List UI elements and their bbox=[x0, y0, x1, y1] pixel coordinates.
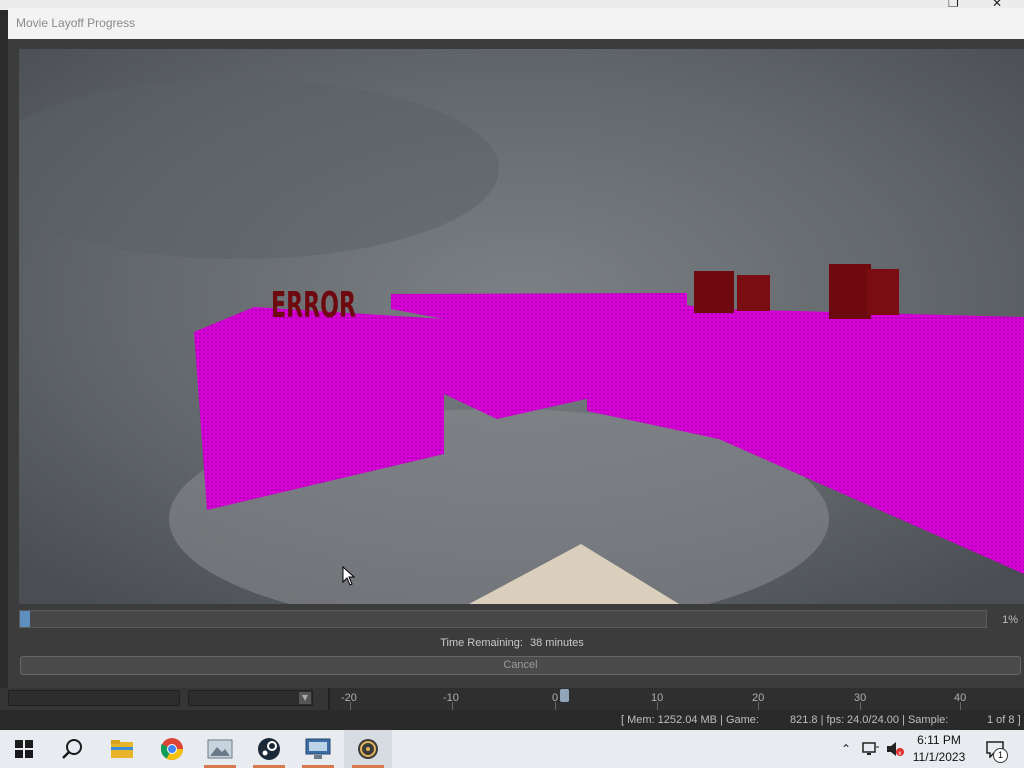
time-remaining-label: Time Remaining: bbox=[440, 637, 523, 649]
volume-tray-button[interactable]: x bbox=[884, 730, 906, 768]
time-remaining: Time Remaining: 38 minutes bbox=[0, 637, 1024, 649]
notification-count-badge: 1 bbox=[993, 748, 1008, 763]
cancel-button[interactable]: Cancel bbox=[20, 656, 1021, 675]
status-fps: 24.0/24.00 | Sample: bbox=[847, 714, 949, 726]
red-block bbox=[694, 271, 734, 313]
dialog-title: Movie Layoff Progress bbox=[16, 16, 136, 30]
error-model-text: ERROR bbox=[271, 285, 356, 326]
windows-taskbar: ⌃ x 6:11 PM 11/1/2023 bbox=[0, 730, 1024, 768]
red-block bbox=[829, 264, 871, 319]
chrome-icon bbox=[160, 738, 183, 760]
file-explorer-button[interactable] bbox=[98, 730, 146, 768]
remote-desktop-button[interactable] bbox=[294, 730, 342, 768]
start-button[interactable] bbox=[0, 730, 48, 768]
network-icon bbox=[862, 742, 879, 755]
dialog-body: ERROR 1% Time Remaining: 38 minutes Canc… bbox=[8, 39, 1024, 688]
image-viewer-icon bbox=[207, 739, 233, 759]
timeline-ruler[interactable]: -20 -10 0 10 20 30 40 bbox=[328, 688, 1024, 710]
playhead-handle[interactable] bbox=[560, 689, 569, 702]
remote-desktop-icon bbox=[305, 738, 331, 759]
timeline-strip: ▼ -20 -10 0 10 20 30 40 bbox=[0, 688, 1024, 710]
clock-time: 6:11 PM bbox=[917, 733, 961, 747]
chevron-down-icon[interactable]: ▼ bbox=[299, 692, 311, 704]
steam-icon bbox=[258, 738, 280, 760]
timeline-tick-mark bbox=[350, 702, 351, 710]
red-block bbox=[867, 269, 899, 315]
file-explorer-icon bbox=[111, 740, 133, 758]
red-block bbox=[737, 275, 770, 311]
timeline-tick-label: -10 bbox=[443, 692, 459, 704]
progress-fill bbox=[20, 611, 30, 627]
svg-text:x: x bbox=[898, 750, 902, 757]
dialog-titlebar[interactable]: Movie Layoff Progress bbox=[8, 8, 1024, 39]
chevron-up-icon: ⌃ bbox=[840, 742, 852, 756]
sfm-icon bbox=[358, 739, 378, 759]
scene-render: ERROR bbox=[19, 49, 1024, 604]
steam-button[interactable] bbox=[245, 730, 293, 768]
timeline-tick-mark bbox=[555, 702, 556, 710]
timeline-tick-mark bbox=[960, 702, 961, 710]
sfm-button[interactable] bbox=[344, 730, 392, 768]
render-progress-bar bbox=[19, 610, 987, 628]
clock-date: 11/1/2023 bbox=[912, 750, 966, 764]
movie-layoff-dialog: Movie Layoff Progress ERROR 1% Time Rema… bbox=[8, 8, 1024, 688]
time-remaining-value: 38 minutes bbox=[529, 637, 584, 649]
status-mem: [ Mem: 1252.04 MB | Game: bbox=[621, 714, 759, 726]
timeline-tick-mark bbox=[758, 702, 759, 710]
status-game: 821.8 | fps: bbox=[790, 714, 845, 726]
timeline-tick-mark bbox=[860, 702, 861, 710]
status-bar: [ Mem: 1252.04 MB | Game: 821.8 | fps: 2… bbox=[0, 710, 1024, 730]
render-viewport: ERROR bbox=[19, 49, 1024, 604]
show-hidden-icons-button[interactable]: ⌃ bbox=[836, 730, 856, 768]
network-tray-button[interactable] bbox=[860, 730, 882, 768]
start-icon bbox=[15, 740, 33, 758]
mouse-cursor-icon bbox=[342, 566, 356, 586]
timeline-tick-mark bbox=[452, 702, 453, 710]
timeline-field[interactable] bbox=[8, 690, 180, 706]
timeline-tick-label: -20 bbox=[341, 692, 357, 704]
progress-percent: 1% bbox=[1002, 614, 1018, 626]
search-button[interactable] bbox=[48, 730, 96, 768]
timeline-dropdown[interactable]: ▼ bbox=[188, 690, 313, 706]
image-viewer-button[interactable] bbox=[196, 730, 244, 768]
timeline-tick-mark bbox=[657, 702, 658, 710]
search-icon bbox=[62, 739, 82, 759]
taskbar-clock[interactable]: 6:11 PM 11/1/2023 bbox=[906, 732, 972, 766]
status-sample: 1 of 8 ] bbox=[987, 714, 1021, 726]
speaker-muted-icon: x bbox=[887, 742, 904, 757]
chrome-button[interactable] bbox=[148, 730, 196, 768]
